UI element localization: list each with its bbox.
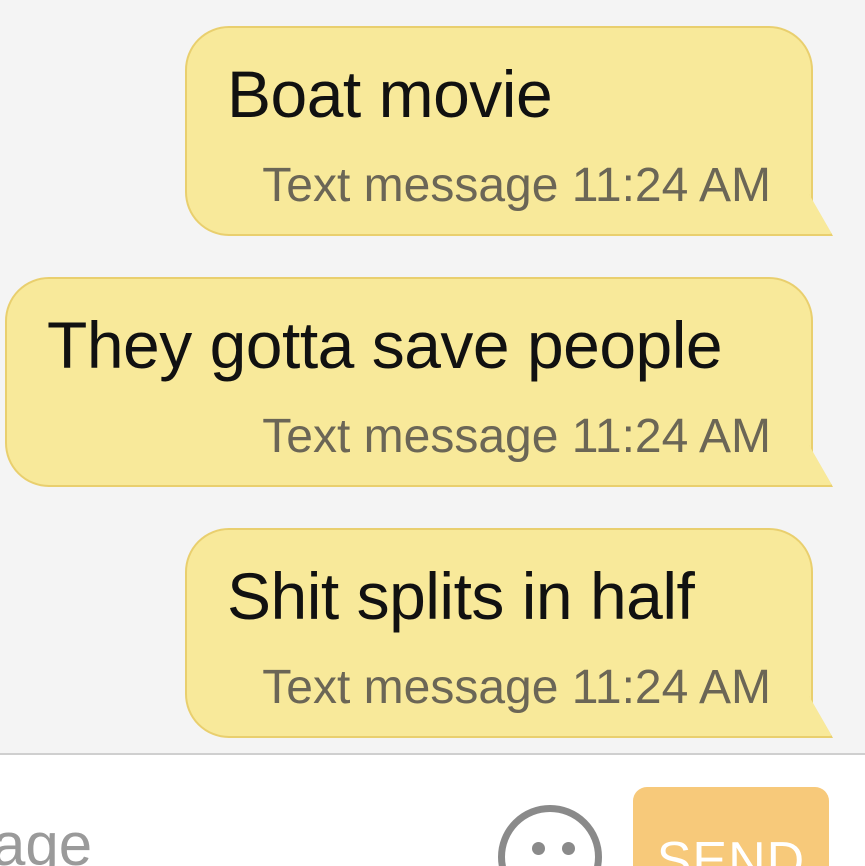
message-timestamp: Text message 11:24 AM: [262, 159, 771, 212]
smiley-eye-right: [562, 842, 575, 855]
message-thread: Boat movie Text message 11:24 AM They go…: [0, 0, 865, 753]
message-input[interactable]: [0, 803, 474, 866]
message-bubble[interactable]: They gotta save people Text message 11:2…: [5, 277, 813, 487]
send-button[interactable]: SEND: [633, 787, 829, 866]
message-bubble[interactable]: Shit splits in half Text message 11:24 A…: [185, 528, 813, 738]
message-timestamp: Text message 11:24 AM: [262, 410, 771, 463]
message-timestamp: Text message 11:24 AM: [262, 661, 771, 714]
message-text: They gotta save people: [47, 308, 723, 382]
smiley-face-icon[interactable]: [498, 805, 602, 866]
message-composer: SEND: [0, 755, 865, 866]
message-text: Shit splits in half: [227, 559, 695, 633]
message-text: Boat movie: [227, 57, 553, 131]
smiley-eye-left: [532, 842, 545, 855]
message-bubble[interactable]: Boat movie Text message 11:24 AM: [185, 26, 813, 236]
